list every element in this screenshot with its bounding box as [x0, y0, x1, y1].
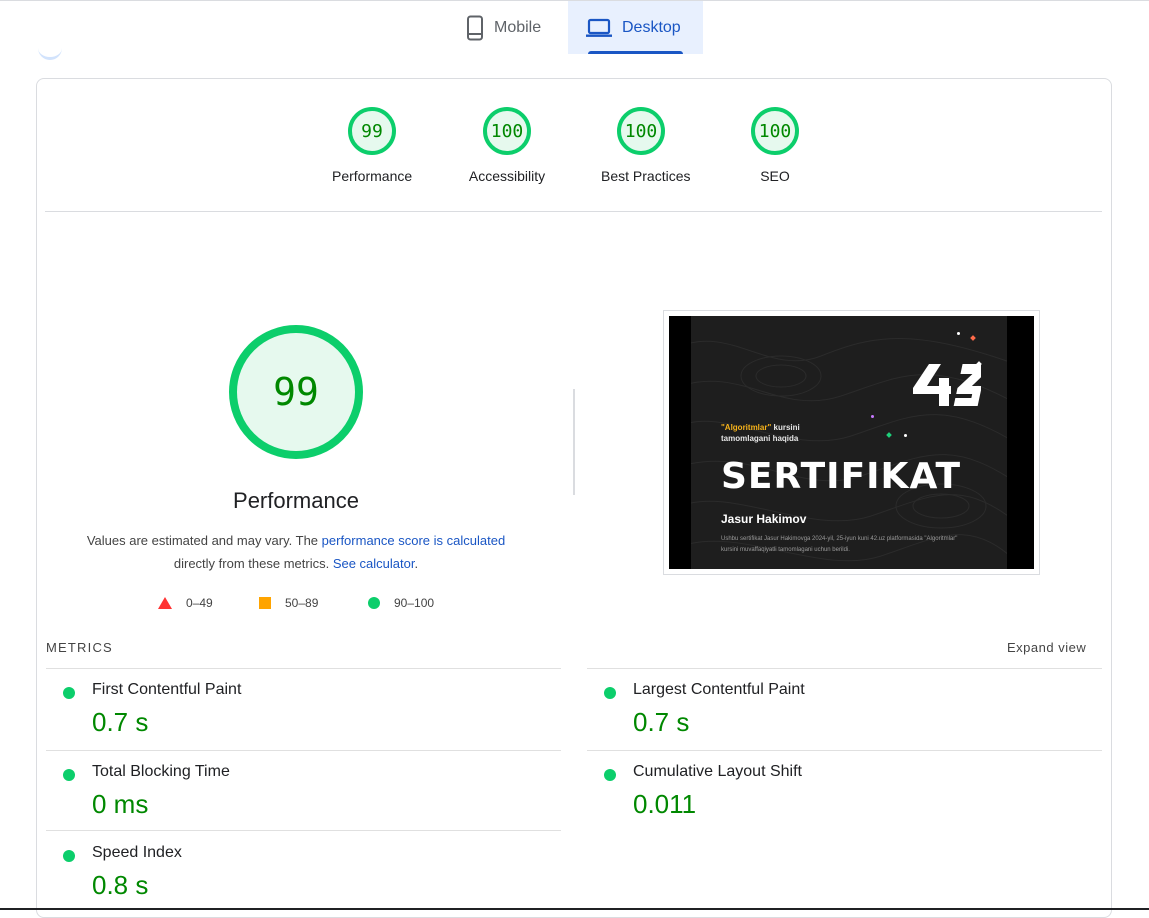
certificate-title: SERTIFIKAT — [721, 456, 962, 497]
desc-prefix: Values are estimated and may vary. The — [86, 533, 322, 548]
gauge-seo-score: 100 — [751, 107, 799, 155]
certificate-recipient: Jasur Hakimov — [721, 512, 807, 526]
gauge-best-practices[interactable]: 100 Best Practices — [601, 107, 691, 184]
gauges-divider — [45, 211, 1102, 212]
legend-average-label: 50–89 — [285, 596, 319, 610]
pass-circle-icon — [63, 850, 75, 862]
metric-value: 0.011 — [633, 789, 697, 819]
tab-desktop-label: Desktop — [622, 18, 681, 36]
sparkle-icon — [904, 434, 907, 437]
gauge-seo-label: SEO — [760, 168, 790, 184]
mobile-phone-icon — [467, 15, 483, 40]
metric-divider — [587, 750, 1102, 751]
subtitle-rest: kursini — [771, 423, 800, 432]
gauge-seo[interactable]: 100 SEO — [735, 107, 815, 184]
fail-triangle-icon — [158, 597, 172, 609]
desc-suffix: . — [414, 556, 419, 571]
brand-42-logo — [913, 364, 981, 406]
legend-pass-label: 90–100 — [394, 596, 435, 610]
vertical-divider — [573, 389, 575, 495]
tab-mobile[interactable]: Mobile — [452, 1, 568, 54]
gauge-best-practices-label: Best Practices — [601, 168, 691, 184]
metric-value: 0.7 s — [92, 707, 149, 737]
metric-name: Largest Contentful Paint — [633, 681, 805, 698]
certificate-image: "Algoritmlar" kursini tamomlagani haqida… — [691, 316, 1007, 569]
metric-divider — [587, 668, 1102, 669]
metric-name: Speed Index — [92, 844, 182, 861]
metric-divider — [46, 830, 561, 831]
course-name: "Algoritmlar" — [721, 423, 772, 432]
gauge-performance[interactable]: 99 Performance — [332, 107, 412, 184]
selected-tab-indicator — [588, 51, 683, 54]
pass-circle-icon — [63, 769, 75, 781]
tab-desktop[interactable]: Desktop — [568, 1, 703, 54]
sparkle-icon — [871, 415, 874, 418]
tab-mobile-label: Mobile — [494, 18, 542, 36]
certificate-body: Ushbu sertifikat Jasur Hakimovga 2024-yi… — [721, 536, 958, 553]
metric-value: 0 ms — [92, 789, 149, 819]
gauge-performance-score: 99 — [348, 107, 396, 155]
average-square-icon — [259, 597, 271, 609]
expand-view-toggle[interactable]: Expand view — [1007, 640, 1086, 655]
legend-fail: 0–49 — [158, 596, 213, 610]
sparkle-icon — [957, 332, 960, 335]
final-screenshot[interactable]: "Algoritmlar" kursini tamomlagani haqida… — [669, 316, 1034, 569]
gauge-performance-label: Performance — [332, 168, 413, 184]
metric-divider — [46, 668, 561, 669]
gauge-best-practices-score: 100 — [617, 107, 665, 155]
metric-divider — [46, 750, 561, 751]
pass-circle-icon — [604, 687, 616, 699]
legend-pass: 90–100 — [368, 596, 434, 610]
metrics-heading: METRICS — [46, 640, 113, 655]
gauge-accessibility-label: Accessibility — [468, 168, 546, 184]
desc-mid: directly from these metrics. — [173, 556, 333, 571]
metric-name: Total Blocking Time — [92, 763, 230, 780]
metric-name: First Contentful Paint — [92, 681, 242, 698]
pass-circle-icon — [368, 597, 380, 609]
pass-circle-icon — [604, 769, 616, 781]
legend-fail-label: 0–49 — [186, 596, 213, 610]
performance-score-gauge: 99 — [229, 325, 363, 459]
certificate-subtitle: "Algoritmlar" kursini tamomlagani haqida — [721, 422, 800, 444]
metric-value: 0.7 s — [633, 707, 690, 737]
legend-average: 50–89 — [259, 596, 318, 610]
performance-score-link[interactable]: performance score is calculated — [322, 533, 506, 548]
gauge-accessibility-score: 100 — [483, 107, 531, 155]
gauge-accessibility[interactable]: 100 Accessibility — [467, 107, 547, 184]
laptop-icon — [586, 18, 612, 37]
subtitle-line2: tamomlagani haqida — [721, 434, 799, 443]
performance-title: Performance — [233, 488, 359, 513]
performance-description: Values are estimated and may vary. The p… — [66, 529, 526, 575]
metric-value: 0.8 s — [92, 870, 149, 900]
scrolled-avatar-fragment — [38, 48, 62, 60]
pass-circle-icon — [63, 687, 75, 699]
metric-name: Cumulative Layout Shift — [633, 763, 802, 780]
see-calculator-link[interactable]: See calculator — [333, 556, 415, 571]
